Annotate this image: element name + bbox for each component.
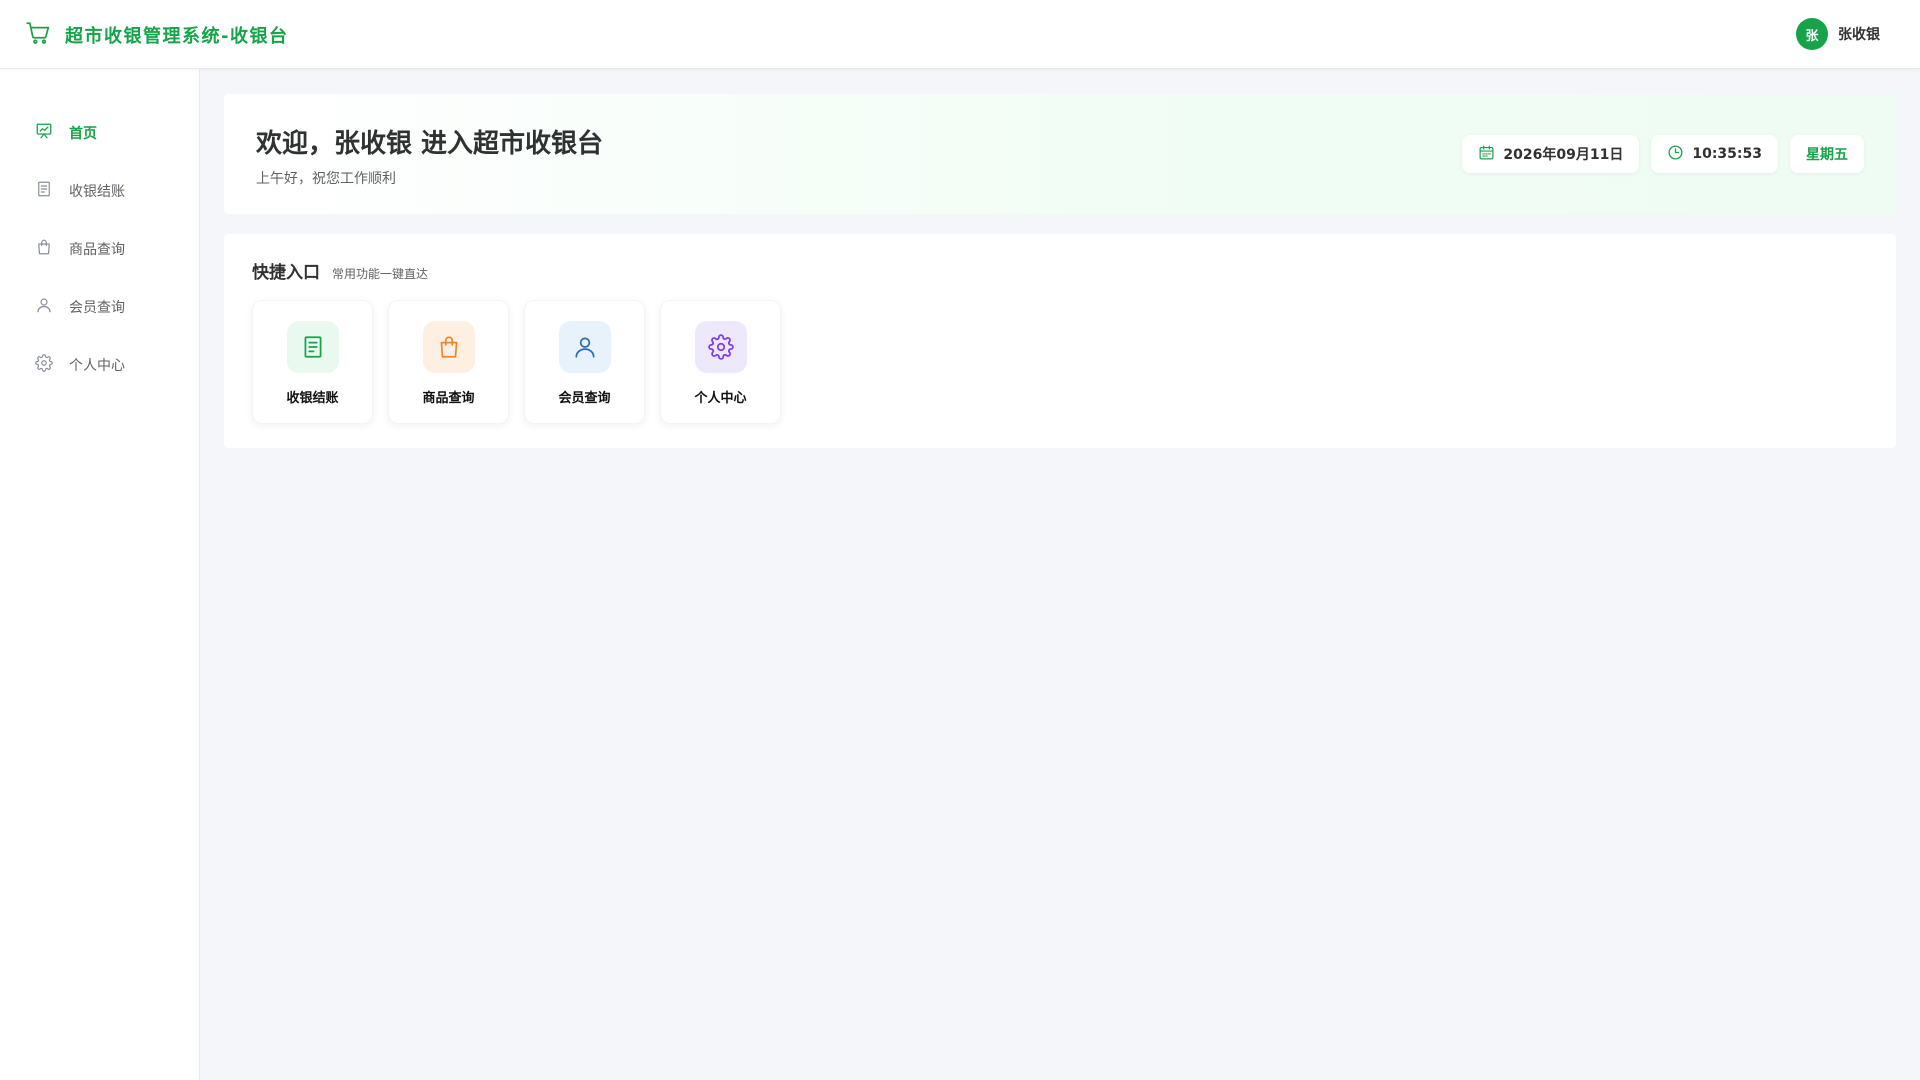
shopping-bag-icon	[35, 238, 53, 260]
quick-cards: 收银结账 商品查询 会员查询 个人中心	[252, 300, 781, 424]
user-name[interactable]: 张收银	[1838, 24, 1880, 44]
gear-icon	[694, 321, 747, 373]
quick-card-checkout[interactable]: 收银结账	[252, 300, 373, 424]
gear-icon	[35, 354, 53, 376]
user-icon	[558, 321, 611, 373]
receipt-icon	[286, 321, 339, 373]
quick-card-members[interactable]: 会员查询	[524, 300, 645, 424]
sidebar-item-label: 个人中心	[69, 358, 125, 374]
panel-title: 快捷入口	[252, 263, 320, 283]
weekday-text: 星期五	[1806, 147, 1848, 163]
time-text: 10:35:53	[1692, 146, 1762, 162]
panel-header: 快捷入口 常用功能一键直达	[252, 258, 428, 283]
quick-card-label: 个人中心	[694, 391, 747, 406]
panel-subtitle: 常用功能一键直达	[332, 267, 429, 281]
sidebar-item-members[interactable]: 会员查询	[0, 278, 199, 336]
shopping-bag-icon	[422, 321, 475, 373]
welcome-subtitle: 上午好，祝您工作顺利	[256, 171, 396, 187]
receipt-icon	[35, 180, 53, 202]
brand[interactable]: 超市收银管理系统-收银台	[25, 20, 288, 50]
shopping-cart-icon	[25, 20, 51, 50]
sidebar-item-profile[interactable]: 个人中心	[0, 336, 199, 394]
main-content: 欢迎，张收银 进入超市收银台 上午好，祝您工作顺利 2026年09月11日 10…	[224, 94, 1896, 448]
app-title: 超市收银管理系统-收银台	[65, 26, 289, 47]
avatar[interactable]: 张	[1796, 18, 1828, 50]
sidebar-item-checkout[interactable]: 收银结账	[0, 162, 199, 220]
top-header: 超市收银管理系统-收银台 张 张收银	[0, 0, 1920, 69]
time-badge: 10:35:53	[1651, 135, 1778, 173]
sidebar-item-label: 商品查询	[69, 242, 125, 258]
quick-access-panel: 快捷入口 常用功能一键直达 收银结账 商品查询 会员查询 个人中心	[224, 234, 1896, 448]
quick-card-label: 商品查询	[422, 391, 475, 406]
user-icon	[35, 296, 53, 318]
quick-card-profile[interactable]: 个人中心	[660, 300, 781, 424]
welcome-banner: 欢迎，张收银 进入超市收银台 上午好，祝您工作顺利 2026年09月11日 10…	[224, 94, 1896, 214]
sidebar-item-label: 收银结账	[69, 184, 125, 200]
sidebar: 首页 收银结账 商品查询 会员查询 个人中心	[0, 69, 200, 1080]
sidebar-nav: 首页 收银结账 商品查询 会员查询 个人中心	[0, 69, 199, 394]
date-text: 2026年09月11日	[1503, 147, 1624, 163]
calendar-icon	[1478, 144, 1495, 165]
sidebar-item-label: 会员查询	[69, 300, 125, 316]
date-badge: 2026年09月11日	[1462, 135, 1640, 173]
page-title: 欢迎，张收银 进入超市收银台	[256, 129, 604, 159]
weekday-badge: 星期五	[1790, 135, 1864, 173]
sidebar-item-products[interactable]: 商品查询	[0, 220, 199, 278]
quick-card-products[interactable]: 商品查询	[388, 300, 509, 424]
dashboard-icon	[35, 122, 53, 144]
quick-card-label: 收银结账	[286, 391, 339, 406]
user-menu[interactable]: 张 张收银	[1796, 18, 1880, 50]
sidebar-item-home[interactable]: 首页	[0, 104, 199, 162]
clock-icon	[1667, 144, 1684, 165]
datetime-group: 2026年09月11日 10:35:53 星期五	[1462, 135, 1864, 173]
sidebar-item-label: 首页	[69, 126, 97, 142]
quick-card-label: 会员查询	[558, 391, 611, 406]
